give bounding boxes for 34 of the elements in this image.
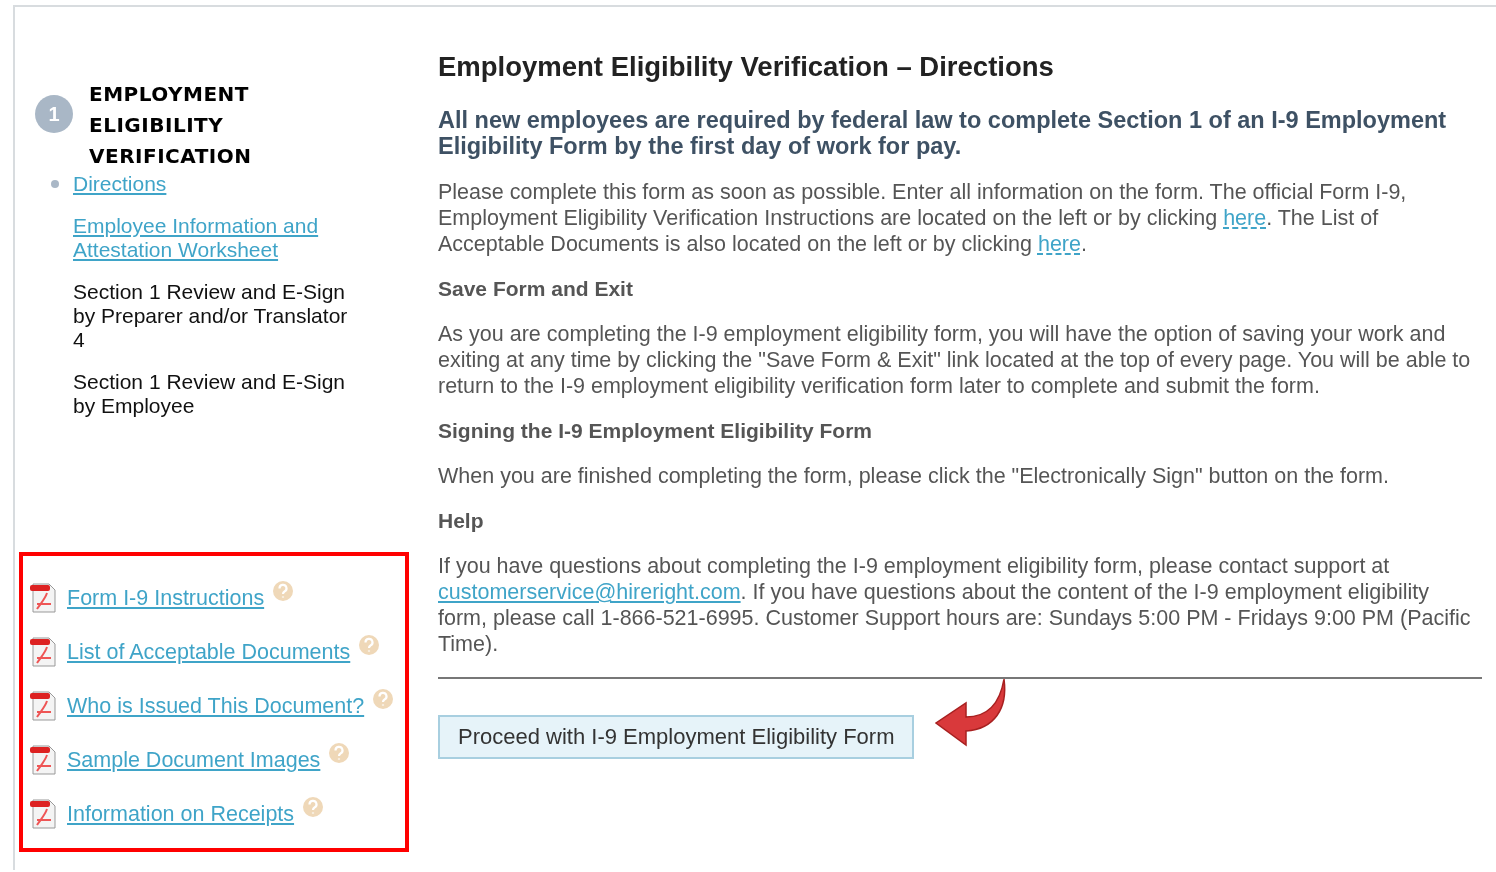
step-label: Section 1 Review and E-Sign by Employee [73, 370, 346, 418]
help-icon[interactable] [272, 580, 295, 602]
document-link[interactable]: Information on Receipts [67, 801, 295, 827]
pdf-icon [29, 690, 59, 722]
email-link[interactable]: customerservice@hireright.com [438, 580, 741, 604]
intro-text: All new employees are required by federal law to complete Section 1 of an I-9 Employment Eligibility Form by the first day of work for pay. [438, 107, 1448, 159]
paragraph: When you are finished completing the form, please click the "Electronically Sign" button on the form. [438, 463, 1390, 489]
section-heading: Help [438, 509, 485, 533]
proceed-button[interactable]: Proceed with I-9 Employment Eligibility Form [438, 715, 915, 759]
help-icon[interactable] [372, 688, 395, 710]
page-title: Employment Eligibility Verification – Directions [438, 51, 1055, 83]
help-icon[interactable] [358, 634, 381, 656]
document-link[interactable]: Who is Issued This Document? [67, 693, 365, 719]
step-number: 1 [35, 95, 73, 133]
pdf-icon [29, 744, 59, 776]
section-heading: Signing the I-9 Employment Eligibility Form [438, 419, 874, 443]
pdf-icon [29, 798, 59, 830]
section-heading: Save Form and Exit [438, 277, 634, 301]
step-link[interactable]: Directions [73, 172, 363, 196]
here-link[interactable]: here [1223, 206, 1267, 230]
step-title: EMPLOYMENT ELIGIBILITY VERIFICATION [89, 81, 253, 170]
step-link[interactable]: Employee Information and Attestation Worksheet [73, 214, 363, 262]
document-link[interactable]: List of Acceptable Documents [67, 639, 351, 665]
paragraph: As you are completing the I-9 employment eligibility form, you will have the option of saving your work and exiting at any time by clicking the "Save Form & Exit" link located at the top of every page. You will be able to return to the I-9 employment eligibility verification form later to complete and submit the form. [438, 321, 1472, 399]
help-icon[interactable] [328, 742, 351, 764]
step-label: Section 1 Review and E-Sign by Preparer and/or Translator 4 [73, 280, 349, 352]
pdf-icon [29, 582, 59, 614]
help-icon[interactable] [302, 796, 325, 818]
document-link[interactable]: Sample Document Images [67, 747, 321, 773]
document-link[interactable]: Form I-9 Instructions [67, 585, 265, 611]
paragraph: If you have questions about completing the I-9 employment eligibility form, please contact support at customerservice@hireright.com. If you have questions about the content of the I-9 employment eligibility form, please call 1-866-521-6995. Customer Support hours are: Sundays 5:00 PM - Fridays 9:00 PM (Pacific Time). [438, 553, 1472, 657]
here-link[interactable]: here [1037, 232, 1081, 256]
pdf-icon [29, 636, 59, 668]
paragraph: Please complete this form as soon as possible. Enter all information on the form. The official Form I-9, Employment Eligibility Verification Instructions are located on the left or by clicking here. The List of Acceptable Documents is also located on the left or by clicking here. [438, 179, 1408, 257]
